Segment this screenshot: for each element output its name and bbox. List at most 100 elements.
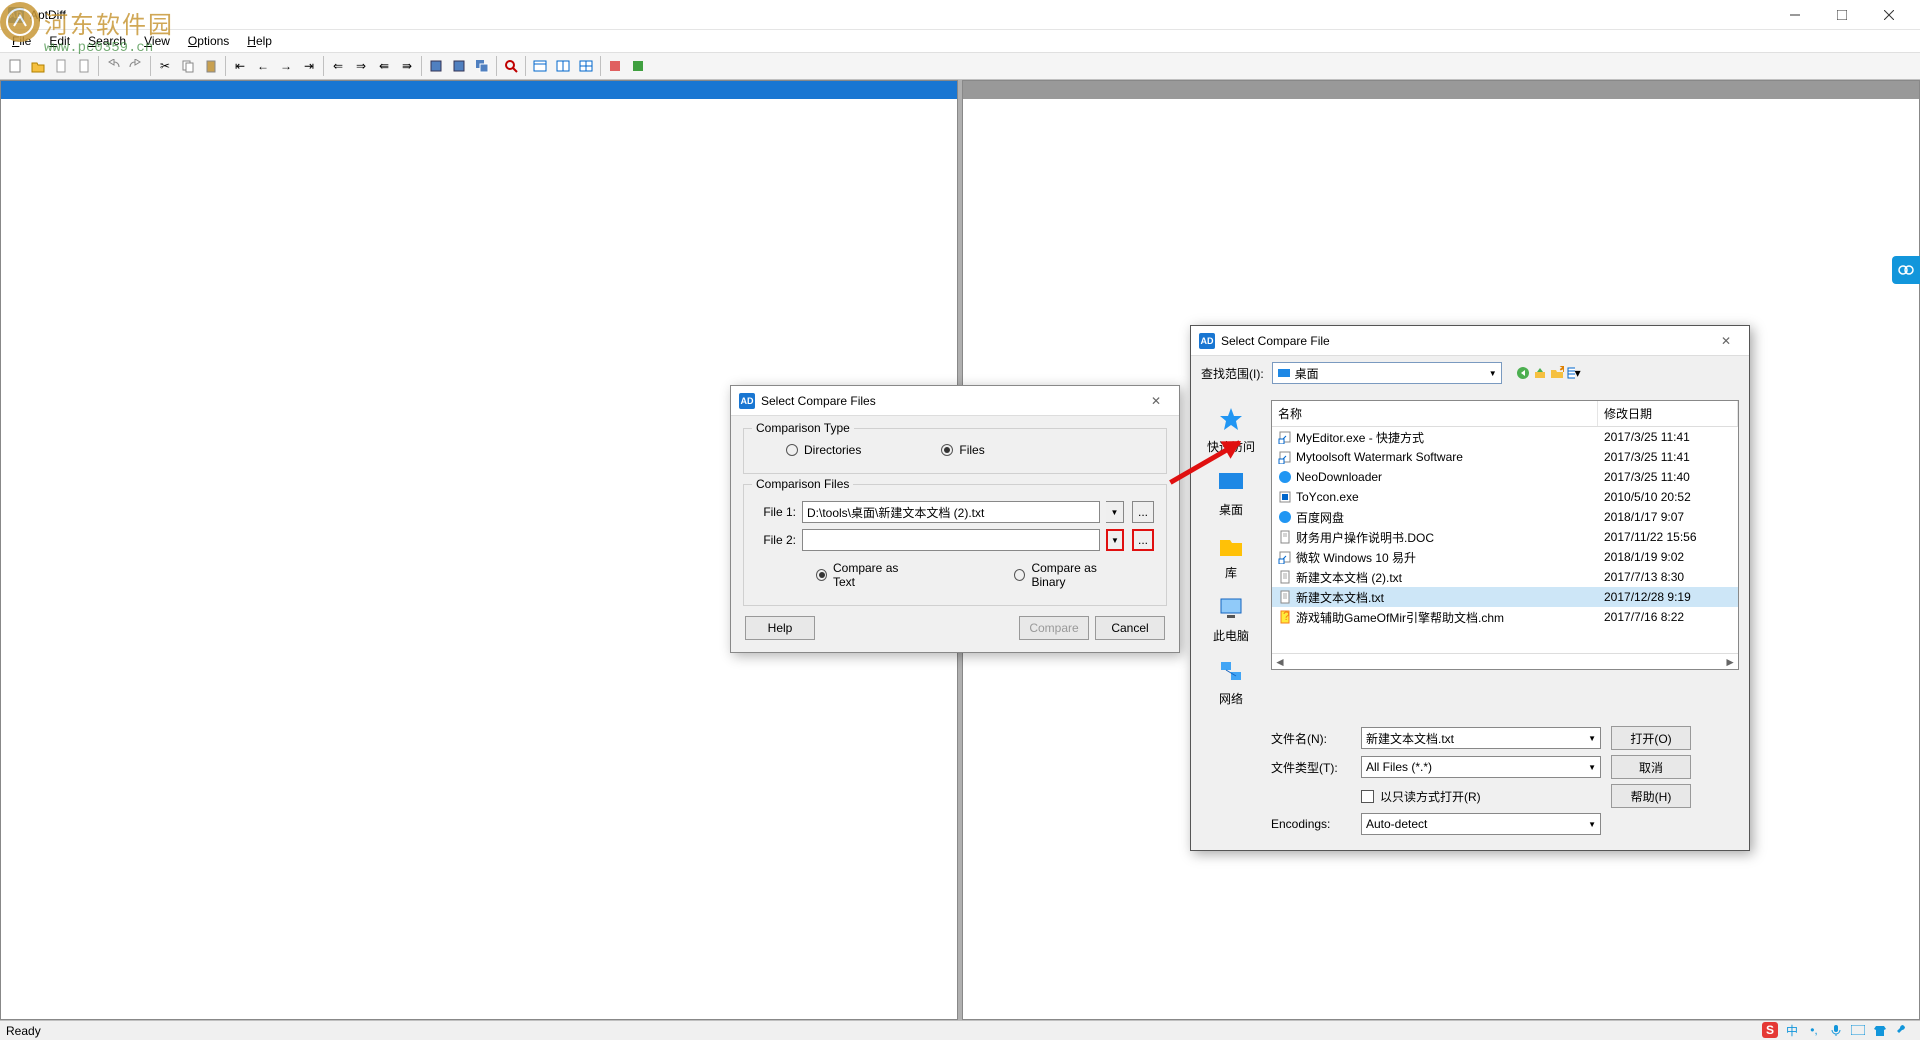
file2-input[interactable] bbox=[802, 529, 1100, 551]
file-row[interactable]: ToYcon.exe2010/5/10 20:52 bbox=[1272, 487, 1738, 507]
file-row[interactable]: 新建文本文档 (2).txt2017/7/13 8:30 bbox=[1272, 567, 1738, 587]
tb-view1-icon[interactable] bbox=[529, 55, 551, 77]
nav-this-pc[interactable]: 此电脑 bbox=[1213, 593, 1249, 644]
ime-lang-icon[interactable]: 中 bbox=[1784, 1022, 1800, 1038]
tb-last-diff-icon[interactable]: ⇥ bbox=[298, 55, 320, 77]
dialog2-titlebar[interactable]: AD Select Compare File ✕ bbox=[1191, 326, 1749, 356]
compare-button[interactable]: Compare bbox=[1019, 616, 1089, 640]
file-row[interactable]: 新建文本文档.txt2017/12/28 9:19 bbox=[1272, 587, 1738, 607]
pc-icon bbox=[1215, 593, 1247, 625]
file-name: 新建文本文档.txt bbox=[1296, 589, 1384, 606]
file1-input[interactable]: D:\tools\桌面\新建文本文档 (2).txt bbox=[802, 501, 1100, 523]
nav-network[interactable]: 网络 bbox=[1215, 656, 1247, 707]
tb-find-icon[interactable] bbox=[500, 55, 522, 77]
radio-compare-text[interactable]: Compare as Text bbox=[816, 561, 914, 589]
tb-opt1-icon[interactable] bbox=[604, 55, 626, 77]
right-pane-header[interactable] bbox=[963, 81, 1919, 99]
dialog1-icon: AD bbox=[739, 393, 755, 409]
radio-compare-binary[interactable]: Compare as Binary bbox=[1014, 561, 1124, 589]
ime-tool-icon[interactable] bbox=[1894, 1022, 1910, 1038]
radio-files[interactable]: Files bbox=[941, 443, 984, 457]
file-row[interactable]: Mytoolsoft Watermark Software2017/3/25 1… bbox=[1272, 447, 1738, 467]
view-menu-icon[interactable]: ▾ bbox=[1567, 366, 1581, 380]
help-button[interactable]: Help bbox=[745, 616, 815, 640]
tb-sep bbox=[421, 56, 422, 76]
file1-browse-button[interactable]: ... bbox=[1132, 501, 1154, 523]
file-icon bbox=[1278, 550, 1292, 564]
file-row[interactable]: ?游戏辅助GameOfMir引擎帮助文档.chm2017/7/16 8:22 bbox=[1272, 607, 1738, 627]
watermark-icon bbox=[0, 2, 40, 42]
ime-keyboard-icon[interactable] bbox=[1850, 1022, 1866, 1038]
dialog1-titlebar[interactable]: AD Select Compare Files ✕ bbox=[731, 386, 1179, 416]
new-folder-icon[interactable]: ✱ bbox=[1550, 366, 1564, 380]
readonly-checkbox[interactable] bbox=[1361, 790, 1374, 803]
dialog2-close-button[interactable]: ✕ bbox=[1711, 326, 1741, 356]
tb-merge-left-icon[interactable]: ⇐ bbox=[327, 55, 349, 77]
tb-cut-icon[interactable]: ✂ bbox=[154, 55, 176, 77]
tb-opt2-icon[interactable] bbox=[627, 55, 649, 77]
dialog1-close-button[interactable]: ✕ bbox=[1141, 386, 1171, 416]
look-in-label: 查找范围(I): bbox=[1201, 365, 1264, 382]
radio-directories[interactable]: Directories bbox=[786, 443, 861, 457]
file-row[interactable]: NeoDownloader2017/3/25 11:40 bbox=[1272, 467, 1738, 487]
tb-save-icon[interactable] bbox=[425, 55, 447, 77]
file-name: ToYcon.exe bbox=[1296, 490, 1359, 504]
ime-skin-icon[interactable] bbox=[1872, 1022, 1888, 1038]
left-pane-header[interactable] bbox=[1, 81, 957, 99]
cancel-button[interactable]: Cancel bbox=[1095, 616, 1165, 640]
open-button[interactable]: 打开(O) bbox=[1611, 726, 1691, 750]
file-row[interactable]: MyEditor.exe - 快捷方式2017/3/25 11:41 bbox=[1272, 427, 1738, 447]
maximize-button[interactable] bbox=[1819, 0, 1865, 30]
watermark-url: www.pc0359.cn bbox=[44, 40, 153, 56]
menu-options[interactable]: Options bbox=[180, 32, 237, 50]
h-scrollbar[interactable]: ◄► bbox=[1272, 653, 1738, 669]
file-row[interactable]: 微软 Windows 10 易升2018/1/19 9:02 bbox=[1272, 547, 1738, 567]
tb-save-all-icon[interactable] bbox=[471, 55, 493, 77]
cancel-button-2[interactable]: 取消 bbox=[1611, 755, 1691, 779]
col-name[interactable]: 名称 bbox=[1272, 401, 1598, 426]
file1-dropdown-icon[interactable]: ▼ bbox=[1106, 501, 1124, 523]
ime-logo-icon[interactable]: S bbox=[1762, 1022, 1778, 1038]
back-icon[interactable] bbox=[1516, 366, 1530, 380]
menu-help[interactable]: Help bbox=[239, 32, 280, 50]
tb-first-diff-icon[interactable]: ⇤ bbox=[229, 55, 251, 77]
ime-mic-icon[interactable] bbox=[1828, 1022, 1844, 1038]
filetype-combo[interactable]: All Files (*.*)▼ bbox=[1361, 756, 1601, 778]
toolbar: ✂ ⇤ ← → ⇥ ⇐ ⇒ ⇚ ⇛ bbox=[0, 52, 1920, 80]
up-icon[interactable] bbox=[1533, 366, 1547, 380]
file-row[interactable]: 百度网盘2018/1/17 9:07 bbox=[1272, 507, 1738, 527]
tb-next-diff-icon[interactable]: → bbox=[275, 55, 297, 77]
tb-open-icon[interactable] bbox=[27, 55, 49, 77]
look-in-combo[interactable]: 桌面 ▼ bbox=[1272, 362, 1502, 384]
tb-merge-all-left-icon[interactable]: ⇚ bbox=[373, 55, 395, 77]
tb-save2-icon[interactable] bbox=[448, 55, 470, 77]
tb-copy-icon[interactable] bbox=[177, 55, 199, 77]
minimize-button[interactable] bbox=[1772, 0, 1818, 30]
side-widget-icon[interactable] bbox=[1892, 256, 1920, 284]
tb-merge-all-right-icon[interactable]: ⇛ bbox=[396, 55, 418, 77]
tb-page-icon[interactable] bbox=[50, 55, 72, 77]
file2-dropdown-icon[interactable]: ▼ bbox=[1106, 529, 1124, 551]
file-row[interactable]: 财务用户操作说明书.DOC2017/11/22 15:56 bbox=[1272, 527, 1738, 547]
file1-label: File 1: bbox=[756, 505, 796, 519]
tb-page2-icon[interactable] bbox=[73, 55, 95, 77]
col-date[interactable]: 修改日期 bbox=[1598, 401, 1738, 426]
encodings-combo[interactable]: Auto-detect▼ bbox=[1361, 813, 1601, 835]
tb-undo-icon[interactable] bbox=[102, 55, 124, 77]
tb-merge-right-icon[interactable]: ⇒ bbox=[350, 55, 372, 77]
tb-redo-icon[interactable] bbox=[125, 55, 147, 77]
ime-punct-icon[interactable]: •, bbox=[1806, 1022, 1822, 1038]
file2-browse-button[interactable]: ... bbox=[1132, 529, 1154, 551]
tb-paste-icon[interactable] bbox=[200, 55, 222, 77]
tb-new-icon[interactable] bbox=[4, 55, 26, 77]
tb-prev-diff-icon[interactable]: ← bbox=[252, 55, 274, 77]
svg-text:✱: ✱ bbox=[1559, 366, 1564, 375]
filename-input[interactable]: 新建文本文档.txt▼ bbox=[1361, 727, 1601, 749]
close-button[interactable] bbox=[1866, 0, 1912, 30]
tb-view3-icon[interactable] bbox=[575, 55, 597, 77]
nav-desktop[interactable]: 桌面 bbox=[1215, 467, 1247, 518]
help-button-2[interactable]: 帮助(H) bbox=[1611, 784, 1691, 808]
nav-libraries[interactable]: 库 bbox=[1215, 530, 1247, 581]
file-picker-dialog: AD Select Compare File ✕ 查找范围(I): 桌面 ▼ ✱… bbox=[1190, 325, 1750, 851]
tb-view2-icon[interactable] bbox=[552, 55, 574, 77]
